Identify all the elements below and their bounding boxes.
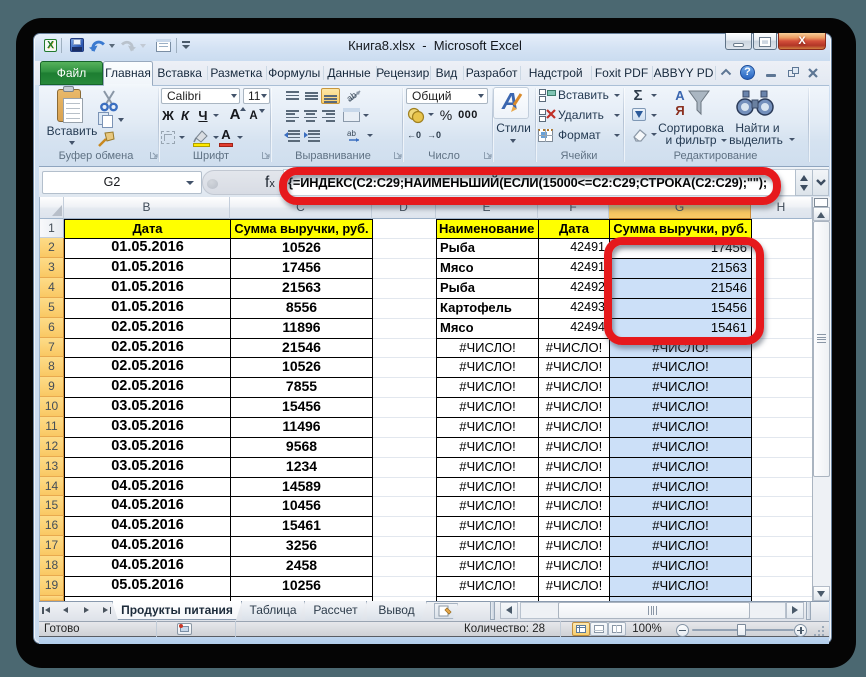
svg-text:ab: ab — [347, 129, 356, 138]
